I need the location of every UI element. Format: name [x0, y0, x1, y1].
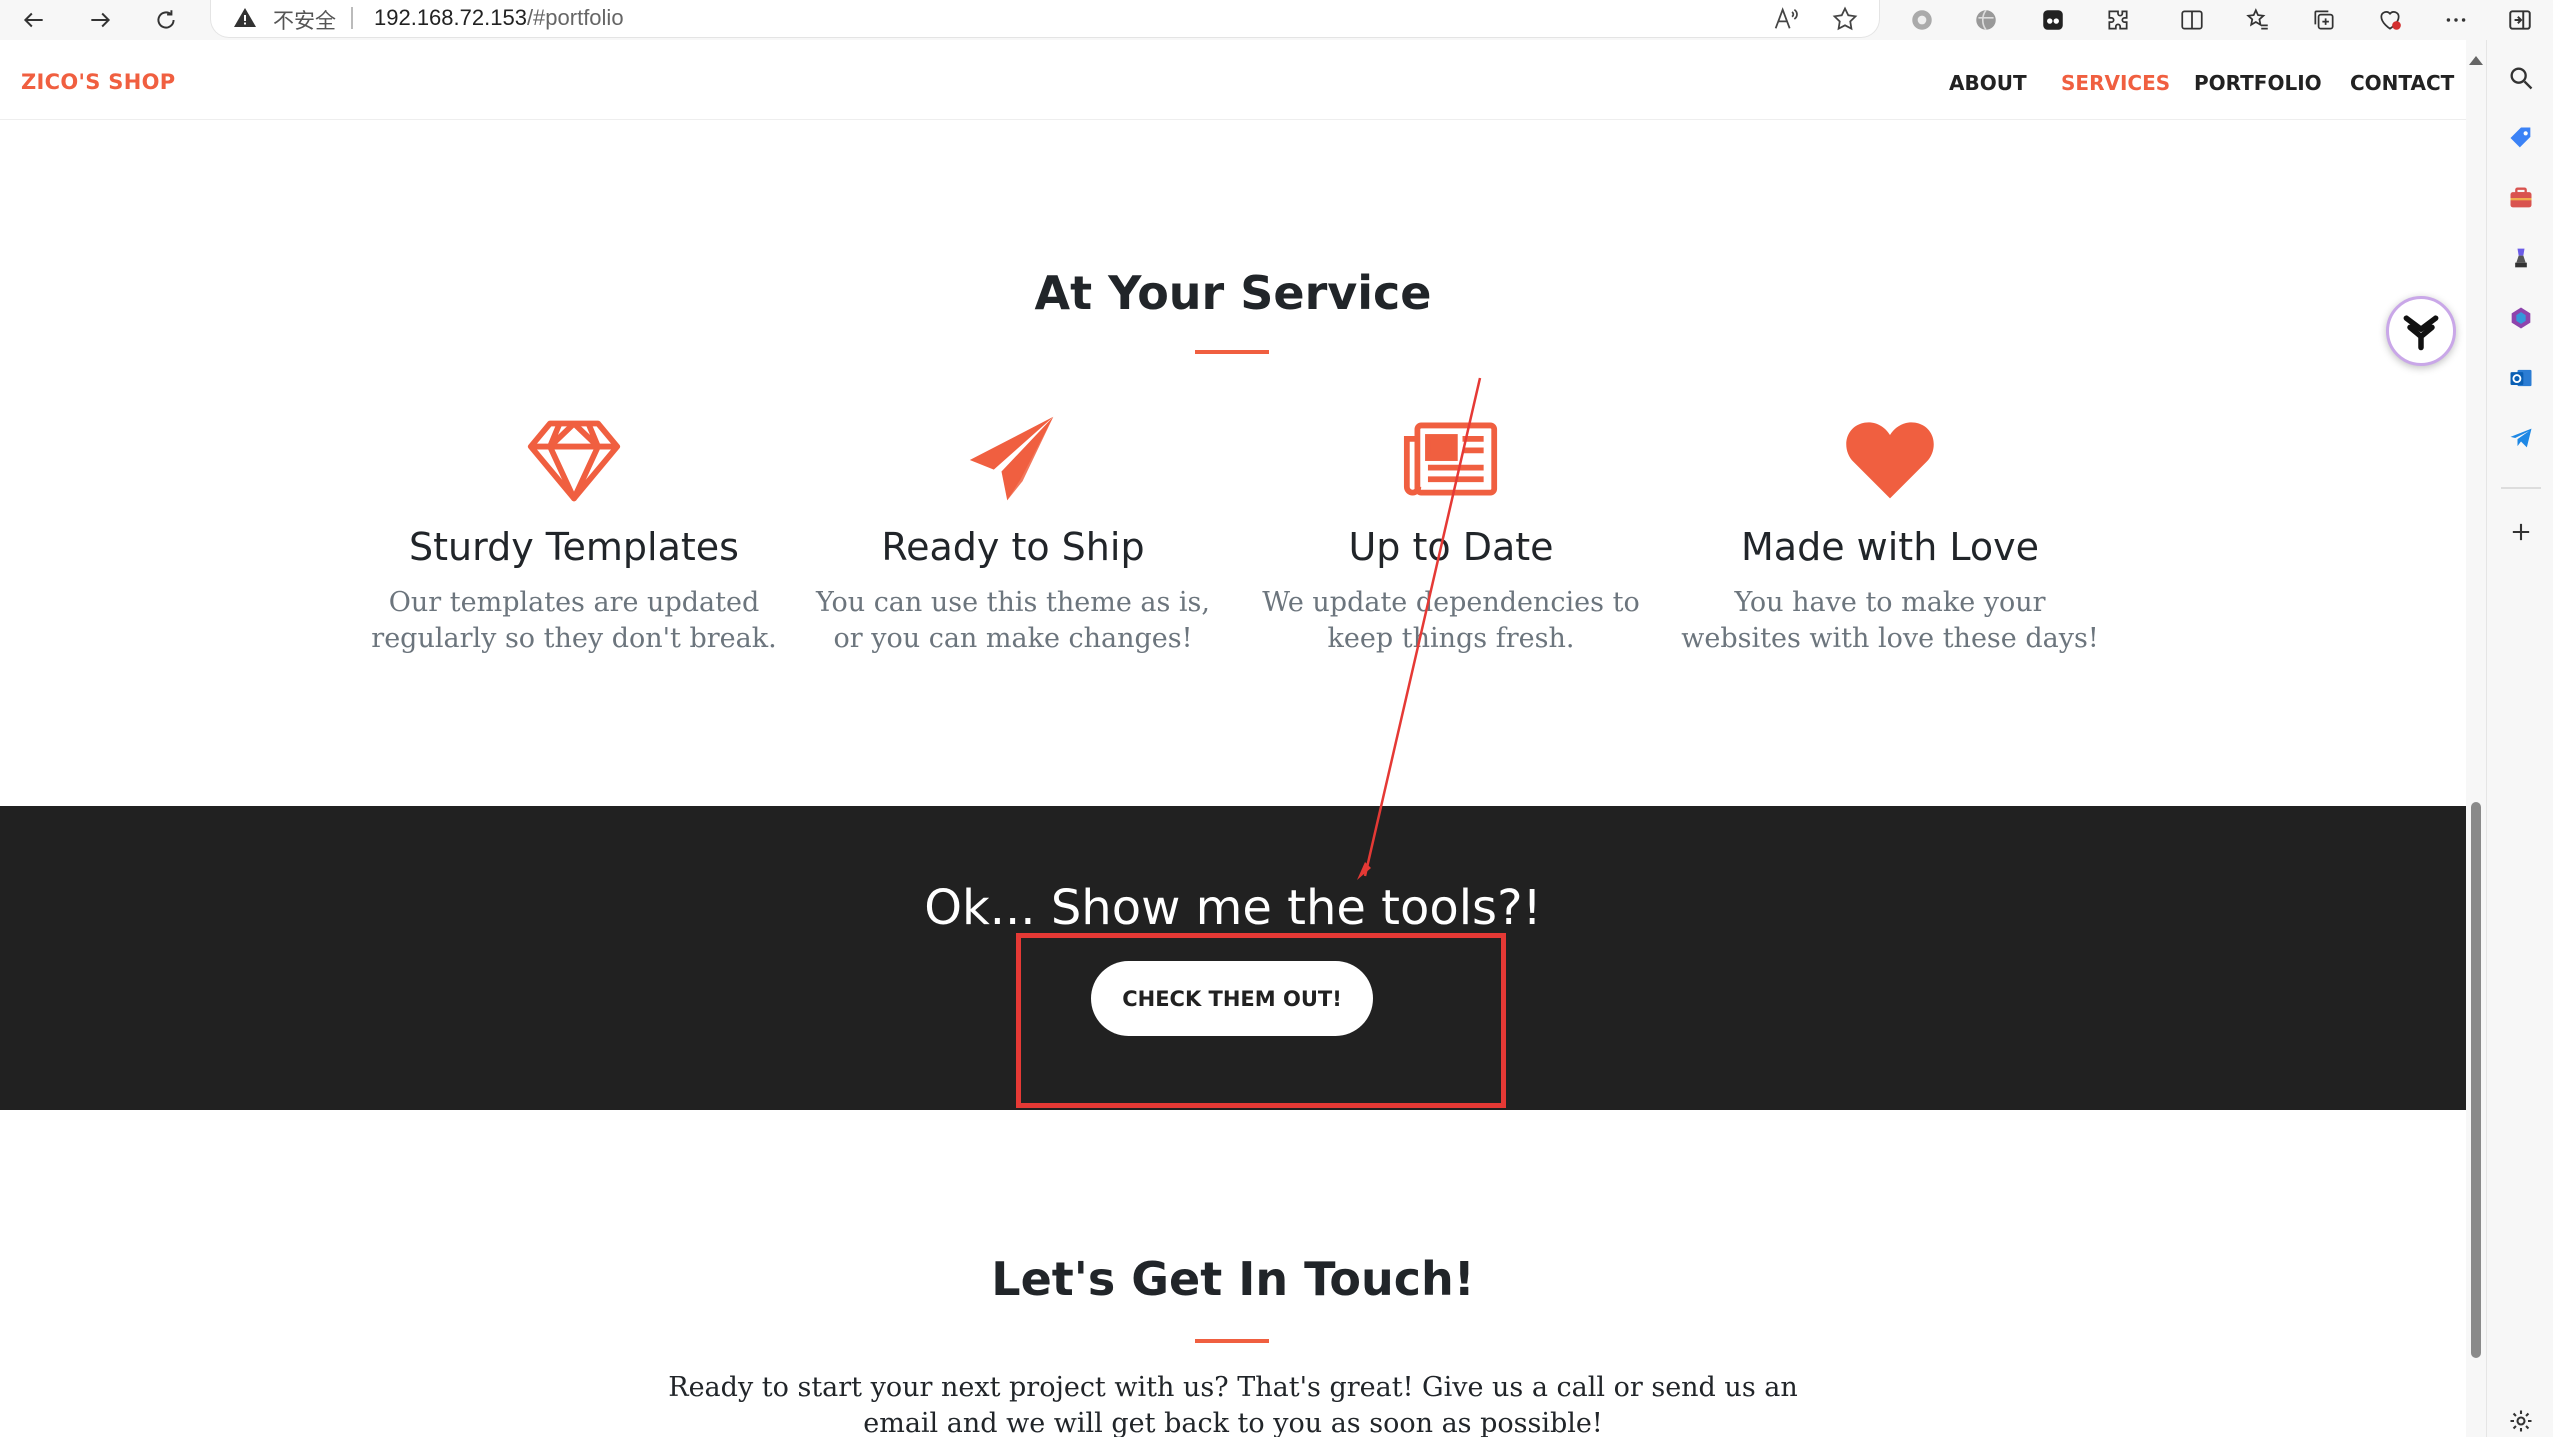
outlook-icon[interactable]	[2506, 363, 2536, 393]
contact-divider	[1195, 1339, 1269, 1343]
extension-gray-icon[interactable]	[1906, 4, 1938, 36]
back-icon[interactable]	[16, 2, 52, 38]
service-text: Our templates are updated regularly so t…	[371, 587, 777, 654]
url-path: /#portfolio	[526, 5, 624, 30]
shopping-tag-icon[interactable]	[2506, 123, 2536, 153]
service-text: You have to make your websites with love…	[1681, 587, 2099, 654]
heart-icon	[1680, 411, 2100, 509]
annotation-highlight-box	[1016, 933, 1506, 1108]
browser-essentials-icon[interactable]	[2374, 4, 2406, 36]
url-host: 192.168.72.153	[374, 5, 527, 30]
service-up-to-date: Up to Date We update dependencies to kee…	[1241, 411, 1661, 657]
split-screen-icon[interactable]	[2176, 4, 2208, 36]
tools-title: Ok... Show me the tools?!	[924, 880, 1542, 936]
contact-text: Ready to start your next project with us…	[668, 1372, 1798, 1437]
browser-toolbar: 不安全 192.168.72.153/#portfolio	[0, 0, 2553, 40]
services-title: At Your Service	[1034, 266, 1432, 320]
scroll-up-arrow-icon[interactable]	[2469, 56, 2483, 65]
sidebar-separator	[2501, 487, 2541, 489]
brand-logo[interactable]: ZICO'S SHOP	[21, 70, 175, 94]
more-options-icon[interactable]	[2440, 4, 2472, 36]
favorites-icon[interactable]	[2242, 4, 2274, 36]
warning-icon[interactable]	[233, 6, 257, 30]
paper-plane-icon	[803, 411, 1223, 509]
assistant-logo-icon	[2403, 315, 2439, 351]
favorite-star-icon[interactable]	[1831, 5, 1859, 33]
services-divider	[1195, 350, 1269, 354]
games-chess-icon[interactable]	[2506, 243, 2536, 273]
address-separator	[351, 7, 353, 29]
page-scrollbar[interactable]	[2466, 40, 2486, 1437]
site-navbar: ZICO'S SHOP ABOUT SERVICES PORTFOLIO CON…	[0, 40, 2466, 120]
sidebar-toggle-icon[interactable]	[2504, 4, 2536, 36]
floating-assistant-button[interactable]	[2386, 296, 2456, 366]
extension-globe-icon[interactable]	[1970, 4, 2002, 36]
browser-sidebar	[2486, 40, 2553, 1437]
forward-icon[interactable]	[82, 2, 118, 38]
scroll-thumb[interactable]	[2471, 802, 2481, 1358]
newspaper-icon	[1241, 411, 1661, 509]
nav-link-portfolio[interactable]: PORTFOLIO	[2194, 71, 2322, 95]
contact-title: Let's Get In Touch!	[991, 1252, 1475, 1306]
refresh-icon[interactable]	[148, 2, 184, 38]
service-text: You can use this theme as is, or you can…	[815, 587, 1210, 654]
service-title: Ready to Ship	[881, 525, 1145, 569]
web-page: ZICO'S SHOP ABOUT SERVICES PORTFOLIO CON…	[0, 40, 2466, 1437]
service-title: Sturdy Templates	[409, 525, 739, 569]
insecure-label[interactable]: 不安全	[273, 5, 336, 35]
service-title: Up to Date	[1348, 525, 1554, 569]
send-telegram-icon[interactable]	[2506, 423, 2536, 453]
diamond-icon	[364, 411, 784, 509]
extensions-puzzle-icon[interactable]	[2102, 4, 2134, 36]
url-text[interactable]: 192.168.72.153/#portfolio	[374, 5, 624, 31]
service-text: We update dependencies to keep things fr…	[1262, 587, 1640, 654]
nav-link-contact[interactable]: CONTACT	[2350, 71, 2454, 95]
read-aloud-icon[interactable]	[1771, 5, 1799, 33]
tools-briefcase-icon[interactable]	[2506, 183, 2536, 213]
collections-icon[interactable]	[2308, 4, 2340, 36]
service-sturdy-templates: Sturdy Templates Our templates are updat…	[364, 411, 784, 657]
settings-gear-icon[interactable]	[2506, 1406, 2536, 1436]
service-title: Made with Love	[1741, 525, 2039, 569]
add-icon[interactable]	[2506, 517, 2536, 547]
nav-link-about[interactable]: ABOUT	[1949, 71, 2027, 95]
copilot-icon[interactable]	[2506, 303, 2536, 333]
nav-link-services[interactable]: SERVICES	[2061, 71, 2170, 95]
extension-dark-icon[interactable]	[2037, 4, 2069, 36]
service-ready-to-ship: Ready to Ship You can use this theme as …	[803, 411, 1223, 657]
service-made-with-love: Made with Love You have to make your web…	[1680, 411, 2100, 657]
address-bar[interactable]: 不安全 192.168.72.153/#portfolio	[210, 0, 1880, 38]
search-icon[interactable]	[2506, 63, 2536, 93]
